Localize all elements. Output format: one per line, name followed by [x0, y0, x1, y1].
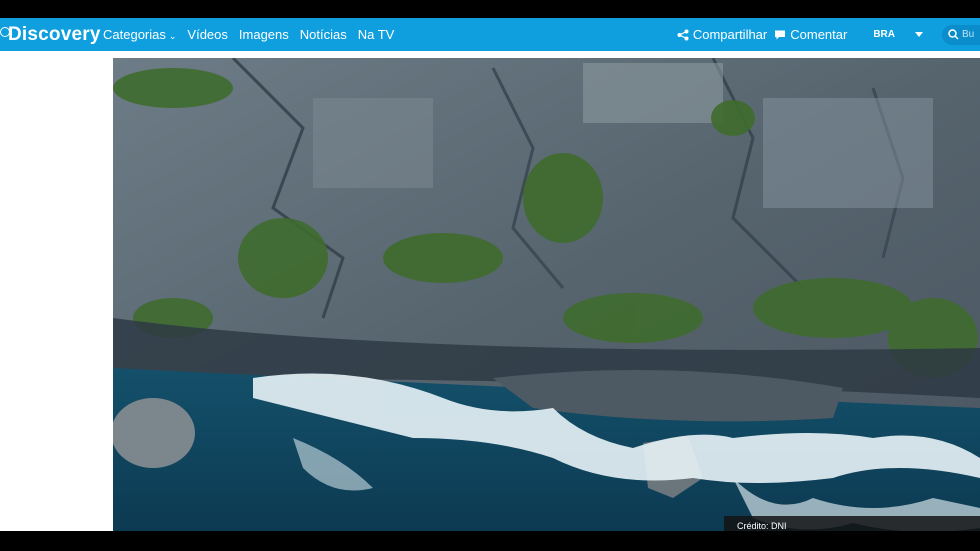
chevron-down-icon: ⌄	[168, 31, 177, 41]
search-input[interactable]: Bu	[962, 29, 974, 40]
share-button[interactable]: Compartilhar	[677, 27, 767, 42]
main-nav: Categorias ⌄ Vídeos Imagens Notícias Na T…	[103, 18, 394, 51]
header-actions: Compartilhar Comentar BRA Bu	[677, 18, 980, 51]
left-margin	[0, 51, 113, 531]
search-box[interactable]: Bu	[942, 24, 980, 45]
bottom-black-bar	[0, 531, 980, 551]
nav-item-noticias[interactable]: Notícias	[300, 27, 347, 42]
nav-item-videos[interactable]: Vídeos	[187, 27, 227, 42]
gallery-photo[interactable]	[113, 58, 980, 531]
comment-label: Comentar	[790, 27, 848, 42]
nav-item-na-tv[interactable]: Na TV	[358, 27, 395, 42]
nav-item-label: Categorias	[103, 27, 166, 42]
discovery-logo[interactable]: Discovery	[0, 24, 101, 46]
caret-down-icon[interactable]	[915, 32, 923, 37]
region-selector[interactable]: BRA	[873, 29, 895, 40]
comment-icon	[775, 30, 786, 39]
comment-button[interactable]: Comentar	[774, 27, 847, 42]
logo-text: Discovery	[8, 24, 101, 45]
photo-credit: Crédito: DNI	[724, 516, 980, 531]
share-label: Compartilhar	[692, 27, 768, 42]
search-icon	[948, 29, 959, 40]
nav-item-categorias[interactable]: Categorias ⌄	[103, 27, 176, 42]
navbar: Discovery Categorias ⌄ Vídeos Imagens Not…	[0, 18, 980, 51]
share-icon	[677, 29, 689, 40]
nav-item-imagens[interactable]: Imagens	[239, 27, 289, 42]
cliff-coast-image	[113, 58, 980, 531]
top-spacer	[113, 51, 980, 58]
top-black-bar	[0, 0, 980, 18]
